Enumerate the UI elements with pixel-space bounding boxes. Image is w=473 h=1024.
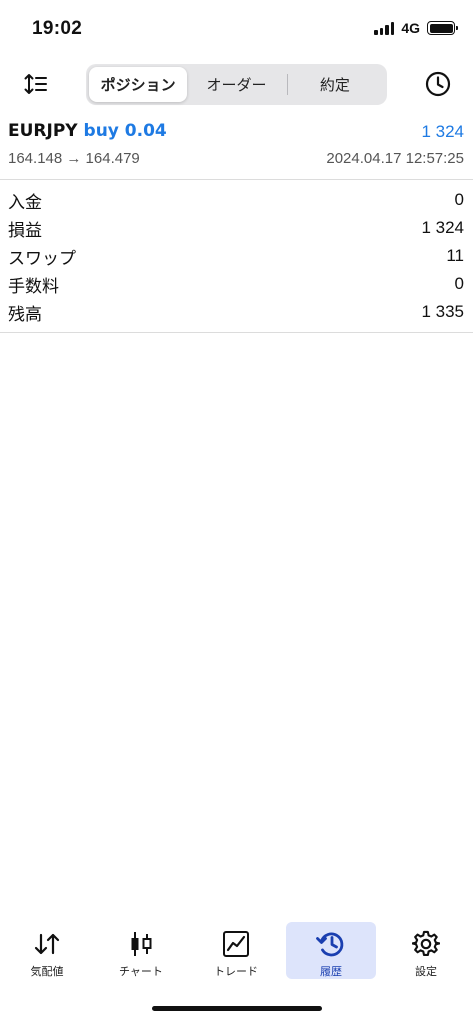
deal-title: EURJPY buy 0.04 bbox=[8, 121, 167, 141]
view-segmented-control: ポジション オーダー 約定 bbox=[86, 64, 387, 105]
summary-profit: 損益 1 324 bbox=[0, 214, 473, 242]
quotes-icon bbox=[34, 933, 60, 955]
tab-quotes-label: 気配値 bbox=[30, 966, 64, 978]
home-indicator bbox=[152, 1006, 322, 1011]
top-toolbar: ポジション オーダー 約定 bbox=[0, 62, 473, 106]
tab-orders-label: オーダー bbox=[206, 77, 267, 94]
status-time: 19:02 bbox=[32, 18, 83, 39]
status-indicators: 4G bbox=[374, 20, 458, 36]
summary-label: スワップ bbox=[8, 248, 76, 268]
history-icon bbox=[316, 932, 344, 957]
sort-icon bbox=[24, 74, 47, 94]
tab-positions-label: ポジション bbox=[100, 77, 176, 94]
tab-history[interactable]: 履歴 bbox=[286, 922, 376, 979]
summary-value: 1 324 bbox=[421, 218, 464, 237]
tab-chart-label: チャート bbox=[119, 966, 163, 978]
bottom-tab-bar: 気配値 チャート トレード 履歴 設定 bbox=[0, 920, 473, 982]
tab-chart[interactable]: チャート bbox=[96, 922, 186, 979]
tab-history-label: 履歴 bbox=[320, 966, 342, 978]
deal-profit: 1 324 bbox=[421, 122, 464, 141]
summary-value: 1 335 bbox=[421, 302, 464, 321]
summary-label: 残高 bbox=[8, 304, 42, 324]
trade-chart-icon bbox=[223, 931, 249, 957]
network-type: 4G bbox=[401, 20, 420, 36]
deal-symbol: EURJPY bbox=[8, 121, 78, 141]
summary-balance: 残高 1 335 bbox=[0, 298, 473, 326]
tab-quotes[interactable]: 気配値 bbox=[2, 922, 92, 979]
signal-icon bbox=[374, 21, 395, 35]
tab-positions[interactable]: ポジション bbox=[89, 67, 188, 102]
summary-value: 0 bbox=[454, 190, 464, 209]
tab-trade[interactable]: トレード bbox=[191, 922, 281, 979]
tab-orders[interactable]: オーダー bbox=[187, 67, 285, 102]
history-summary: 入金 0 損益 1 324 スワップ 11 手数料 0 残高 1 335 bbox=[0, 186, 473, 333]
deal-time: 2024.04.17 12:57:25 bbox=[326, 150, 464, 167]
tab-trade-label: トレード bbox=[214, 966, 258, 978]
summary-swap: スワップ 11 bbox=[0, 242, 473, 270]
tab-deals[interactable]: 約定 bbox=[286, 67, 384, 102]
gear-icon bbox=[412, 930, 440, 957]
deal-direction-volume: buy 0.04 bbox=[83, 121, 167, 141]
clock-icon bbox=[425, 71, 451, 97]
battery-icon bbox=[427, 21, 458, 35]
segment-divider bbox=[287, 74, 288, 95]
summary-value: 11 bbox=[446, 246, 464, 265]
deal-row[interactable]: EURJPY buy 0.04 1 324 164.148 → 164.479 … bbox=[0, 114, 473, 180]
tab-settings-label: 設定 bbox=[415, 966, 437, 978]
sort-button[interactable] bbox=[22, 70, 50, 98]
summary-label: 損益 bbox=[8, 220, 42, 240]
summary-deposit: 入金 0 bbox=[0, 186, 473, 214]
deal-prices: 164.148 → 164.479 bbox=[8, 150, 140, 167]
summary-commission: 手数料 0 bbox=[0, 270, 473, 298]
summary-label: 入金 bbox=[8, 192, 42, 212]
status-bar: 19:02 4G bbox=[0, 0, 473, 58]
tab-deals-label: 約定 bbox=[319, 77, 350, 94]
summary-label: 手数料 bbox=[8, 276, 59, 296]
summary-value: 0 bbox=[454, 274, 464, 293]
chart-candles-icon bbox=[131, 932, 152, 956]
history-period-button[interactable] bbox=[423, 69, 453, 99]
tab-settings[interactable]: 設定 bbox=[381, 922, 471, 979]
